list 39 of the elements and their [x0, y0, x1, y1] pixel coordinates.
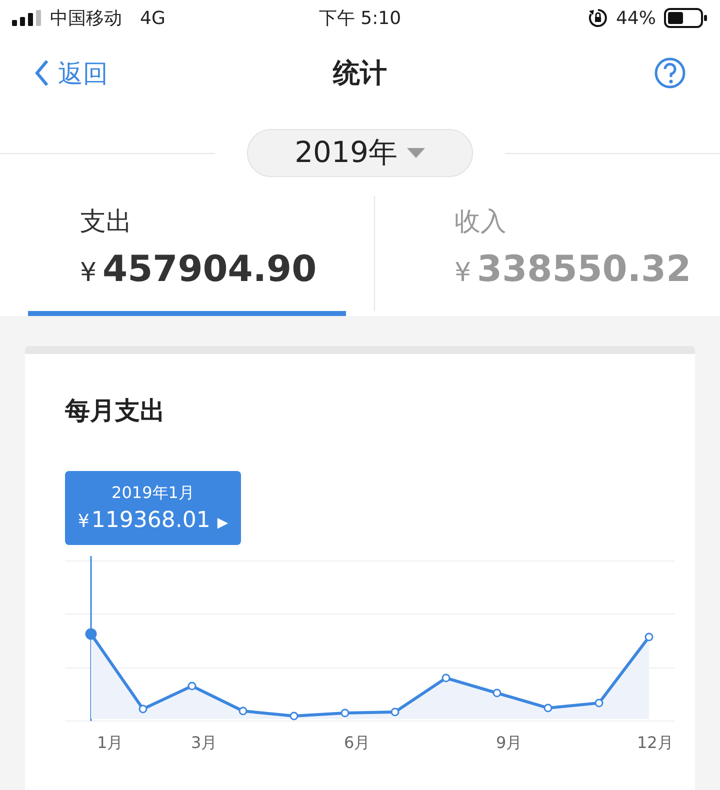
battery-percent: 44% [616, 8, 656, 28]
axis-label: 12月 [637, 733, 674, 754]
rotation-lock-icon [588, 8, 608, 28]
data-point[interactable] [442, 674, 450, 682]
chevron-left-icon [34, 59, 50, 87]
data-point[interactable] [644, 632, 654, 642]
network-type: 4G [140, 8, 166, 28]
data-point[interactable] [340, 708, 350, 718]
axis-label: 9月 [496, 733, 522, 754]
data-point[interactable] [492, 688, 502, 698]
battery-icon [664, 8, 708, 28]
data-point[interactable] [290, 712, 298, 720]
data-point[interactable] [85, 628, 97, 640]
tooltip-amount: ¥119368.01 ▶ [78, 508, 228, 533]
axis-label: 1月 [97, 733, 124, 754]
tab-amount: ¥ 457904.90 [80, 249, 318, 290]
chart-tooltip[interactable]: 2019年1月 ¥119368.01 ▶ [65, 471, 241, 545]
help-icon[interactable] [654, 57, 686, 89]
card-title: 每月支出 [65, 395, 165, 427]
page-title: 统计 [333, 57, 387, 91]
tab-label: 收入 [454, 206, 508, 239]
axis-label: 3月 [191, 733, 218, 754]
back-button[interactable]: 返回 [34, 56, 108, 90]
data-point[interactable] [390, 708, 400, 716]
caret-down-icon [407, 148, 426, 158]
data-point[interactable] [138, 704, 148, 714]
tooltip-date: 2019年1月 [112, 483, 194, 504]
tab-amount: ¥ 338550.32 [454, 249, 692, 290]
signal-icon [12, 10, 42, 26]
tab-label: 支出 [80, 206, 133, 239]
data-point[interactable] [238, 706, 248, 716]
data-point[interactable] [188, 682, 196, 690]
year-dropdown[interactable]: 2019年 [247, 129, 473, 177]
data-point[interactable] [544, 704, 552, 712]
status-time: 下午 5:10 [318, 7, 402, 30]
summary-tab[interactable]: 收入 ¥ 338550.32 [374, 196, 720, 311]
axis-label: 6月 [344, 733, 370, 754]
data-point[interactable] [594, 698, 604, 708]
carrier-name: 中国移动 [50, 7, 122, 30]
